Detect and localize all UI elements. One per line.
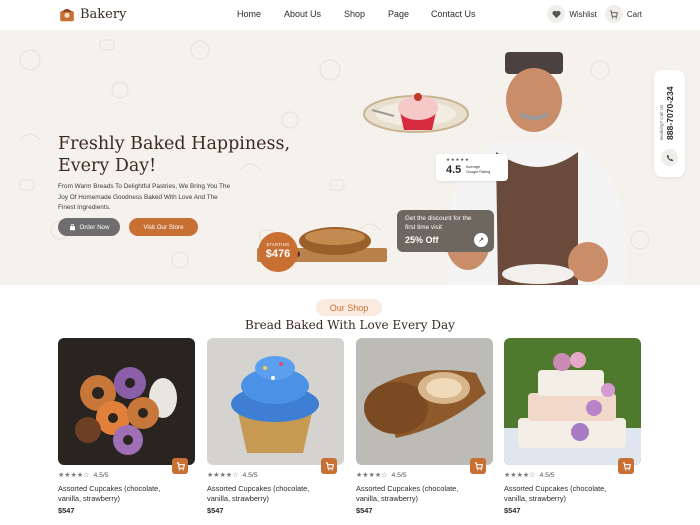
hero-title-line1: Freshly Baked Happiness,: [58, 134, 291, 154]
star-icon: ★★★★☆: [504, 472, 536, 479]
our-shop-pill: Our Shop: [316, 299, 382, 316]
arrow-up-right-icon[interactable]: ↗: [474, 233, 488, 247]
price-badge-label: STARTING: [266, 242, 290, 247]
hero-title: Freshly Baked Happiness, Every Day!: [58, 133, 291, 177]
product-name[interactable]: Assorted Cupcakes (chocolate, vanilla, s…: [207, 484, 344, 503]
star-icon: ★★★★☆: [58, 472, 90, 479]
product-name[interactable]: Assorted Cupcakes (chocolate, vanilla, s…: [58, 484, 195, 503]
product-name[interactable]: Assorted Cupcakes (chocolate, vanilla, s…: [504, 484, 641, 503]
cart-icon: [604, 5, 623, 23]
product-name-line2: vanilla, strawberry): [207, 493, 270, 503]
menu-page[interactable]: Page: [388, 9, 409, 19]
product-name[interactable]: Assorted Cupcakes (chocolate, vanilla, s…: [356, 484, 493, 503]
rating-label-line2: Google Rating: [466, 170, 491, 174]
starting-price-badge: STARTING $476: [258, 232, 298, 272]
product-name-line1: Assorted Cupcakes (chocolate,: [58, 484, 161, 493]
order-now-button[interactable]: Order Now: [58, 218, 120, 236]
price-badge-value: $476: [265, 248, 291, 260]
hero-title-line2: Every Day!: [58, 156, 157, 176]
product-name-line2: vanilla, strawberry): [356, 493, 419, 503]
booking-label: Booking? Call Us: [659, 104, 664, 140]
order-now-label: Order Now: [79, 223, 110, 231]
discount-line2: first time visit: [405, 224, 442, 231]
brand-name: Bakery: [80, 7, 127, 22]
cart-icon: [325, 461, 334, 471]
add-to-cart-button[interactable]: [470, 458, 486, 474]
product-name-line2: vanilla, strawberry): [58, 493, 121, 503]
product-card-donuts[interactable]: ★★★★☆ 4.5/5 Assorted Cupcakes (chocolate…: [58, 338, 195, 515]
header-actions: Wishlist Cart: [547, 5, 642, 23]
cart-label: Cart: [626, 9, 642, 19]
product-image-cake[interactable]: [504, 338, 641, 465]
cart-icon: [622, 461, 631, 471]
shop-section-title: Bread Baked With Love Every Day: [245, 318, 455, 332]
product-card-cupcake[interactable]: ★★★★☆ 4.5/5 Assorted Cupcakes (chocolate…: [207, 338, 344, 515]
product-card-cake[interactable]: ★★★★☆ 4.5/5 Assorted Cupcakes (chocolate…: [504, 338, 641, 515]
star-icon: ★★★★☆: [356, 472, 388, 479]
cart-icon: [176, 461, 185, 471]
wishlist-label: Wishlist: [569, 9, 597, 19]
product-name-line1: Assorted Cupcakes (chocolate,: [356, 484, 459, 493]
add-to-cart-button[interactable]: [172, 458, 188, 474]
discount-offer: 25% Off: [405, 235, 439, 245]
product-price: $547: [504, 506, 521, 515]
rating-label: Average Google Rating: [466, 165, 490, 175]
product-rating: ★★★★☆ 4.5/5: [356, 471, 407, 480]
discount-line1: Get the discount for the: [405, 215, 472, 222]
bag-icon: [69, 223, 75, 230]
product-image-cupcake[interactable]: [207, 338, 344, 465]
hero-section: Freshly Baked Happiness, Every Day! From…: [0, 30, 700, 285]
hero-subtitle-line2: Joy Of Homemade Goodness Baked With Love…: [58, 193, 218, 201]
discount-card: Get the discount for the first time visi…: [397, 210, 494, 252]
product-name-line1: Assorted Cupcakes (chocolate,: [207, 484, 310, 493]
menu-contact-us[interactable]: Contact Us: [431, 9, 476, 19]
star-icon: ★★★★☆: [207, 472, 239, 479]
product-rating-value: 4.5/5: [391, 471, 407, 479]
cart-button[interactable]: Cart: [604, 5, 642, 23]
menu-home[interactable]: Home: [237, 9, 261, 19]
product-price: $547: [58, 506, 75, 515]
product-name-line1: Assorted Cupcakes (chocolate,: [504, 484, 607, 493]
product-rating: ★★★★☆ 4.5/5: [58, 471, 109, 480]
hero-subtitle-line3: Finest Ingredients.: [58, 204, 111, 211]
phone-icon[interactable]: [661, 149, 678, 166]
product-image-donuts[interactable]: [58, 338, 195, 465]
menu-about-us[interactable]: About Us: [284, 9, 321, 19]
google-rating-card: ★★★★★ 4.5 Average Google Rating: [436, 154, 508, 181]
visit-store-label: Visit Our Store: [143, 223, 184, 231]
hero-subtitle: From Warm Breads To Delightful Pastries,…: [58, 182, 258, 214]
menu-shop[interactable]: Shop: [344, 9, 365, 19]
product-rating: ★★★★☆ 4.5/5: [504, 471, 555, 480]
top-navigation: Bakery Home About Us Shop Page Contact U…: [0, 0, 700, 30]
cart-icon: [474, 461, 483, 471]
product-price: $547: [356, 506, 373, 515]
brand-logo[interactable]: Bakery: [58, 6, 126, 23]
booking-phone-number[interactable]: 888-7070-234: [665, 86, 675, 140]
rating-stars: ★★★★★: [446, 157, 470, 162]
product-card-bread[interactable]: ★★★★☆ 4.5/5 Assorted Cupcakes (chocolate…: [356, 338, 493, 515]
product-rating-value: 4.5/5: [242, 471, 258, 479]
heart-icon: [547, 5, 566, 23]
bakery-logo-icon: [60, 8, 74, 22]
product-rating-value: 4.5/5: [539, 471, 555, 479]
product-name-line2: vanilla, strawberry): [504, 493, 567, 503]
hero-subtitle-line1: From Warm Breads To Delightful Pastries,…: [58, 183, 231, 190]
product-rating: ★★★★☆ 4.5/5: [207, 471, 258, 480]
add-to-cart-button[interactable]: [321, 458, 337, 474]
booking-call-text: Booking? Call Us 888-7070-234: [659, 86, 675, 140]
product-price: $547: [207, 506, 224, 515]
wishlist-button[interactable]: Wishlist: [547, 5, 597, 23]
add-to-cart-button[interactable]: [618, 458, 634, 474]
rating-value: 4.5: [446, 164, 462, 176]
product-image-bread[interactable]: [356, 338, 493, 465]
product-rating-value: 4.5/5: [93, 471, 109, 479]
visit-store-button[interactable]: Visit Our Store: [129, 218, 198, 236]
